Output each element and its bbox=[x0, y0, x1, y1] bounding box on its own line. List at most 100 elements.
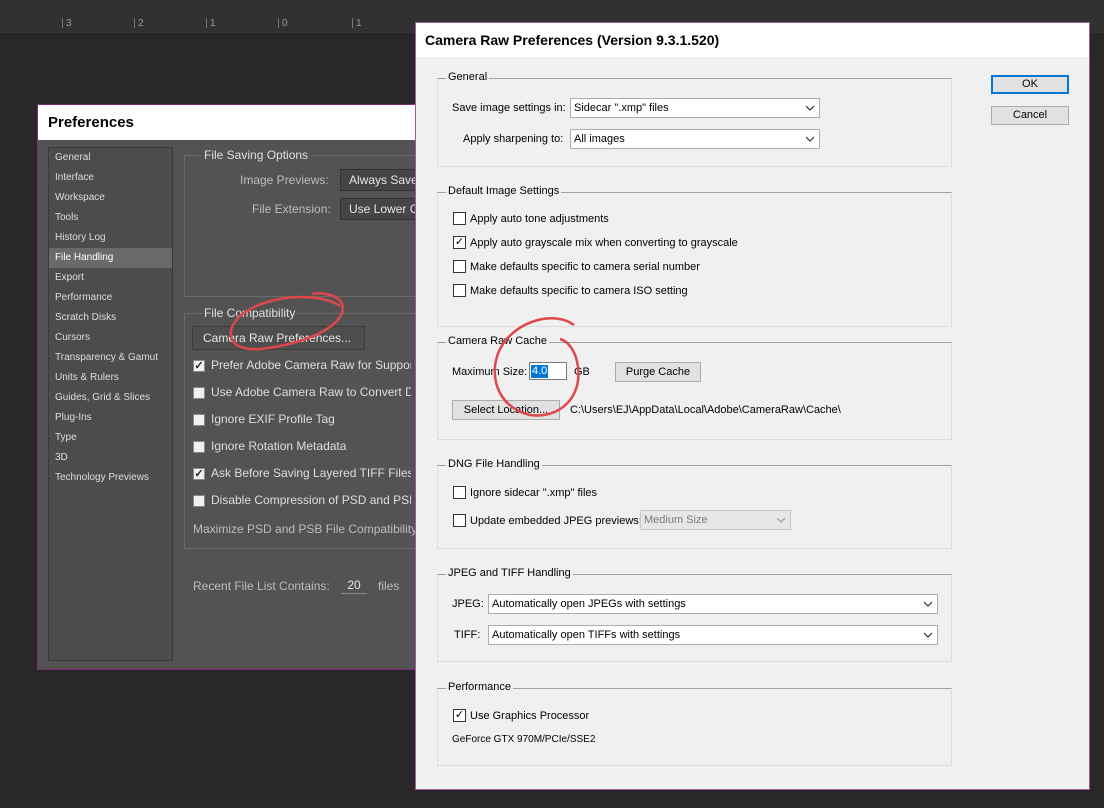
sidebar-item[interactable]: File Handling bbox=[49, 248, 172, 268]
image-previews-label: Image Previews: bbox=[240, 173, 329, 187]
sidebar-item[interactable]: Tools bbox=[49, 208, 172, 228]
option-label: Ask Before Saving Layered TIFF Files bbox=[211, 466, 411, 480]
sidebar-item[interactable]: Type bbox=[49, 428, 172, 448]
option-checkbox[interactable] bbox=[193, 414, 205, 426]
jpeg-preview-size-dropdown[interactable]: Medium Size bbox=[640, 510, 791, 530]
default-option-checkbox[interactable]: ✓ bbox=[453, 236, 466, 249]
ruler-tick bbox=[352, 18, 353, 28]
maximum-size-value: 4.0 bbox=[531, 365, 549, 378]
sidebar-item[interactable]: 3D bbox=[49, 448, 172, 468]
ruler-number: 1 bbox=[210, 18, 216, 29]
save-settings-label: Save image settings in: bbox=[452, 102, 566, 114]
file-saving-legend: File Saving Options bbox=[202, 148, 311, 162]
default-option-checkbox[interactable] bbox=[453, 212, 466, 225]
select-location-button[interactable]: Select Location... bbox=[452, 400, 560, 420]
ruler-number: 0 bbox=[282, 18, 288, 29]
jpeg-handling-dropdown[interactable]: Automatically open JPEGs with settings bbox=[488, 594, 938, 614]
camera-raw-preferences-button[interactable]: Camera Raw Preferences... bbox=[192, 326, 365, 350]
ruler-tick bbox=[134, 18, 135, 28]
jpeg-label: JPEG: bbox=[452, 598, 484, 610]
option-checkbox[interactable] bbox=[193, 495, 205, 507]
jpeg-tiff-handling-group: JPEG and TIFF Handling bbox=[437, 567, 952, 662]
tiff-handling-dropdown[interactable]: Automatically open TIFFs with settings bbox=[488, 625, 938, 645]
preferences-sidebar: General Interface Workspace Tools History Lo… bbox=[48, 147, 173, 661]
ruler-number: 3 bbox=[66, 18, 72, 29]
sidebar-item[interactable]: Workspace bbox=[49, 188, 172, 208]
ruler-number: 1 bbox=[356, 18, 362, 29]
ok-button[interactable]: OK bbox=[991, 75, 1069, 94]
dialog-title: Camera Raw Preferences (Version 9.3.1.52… bbox=[416, 23, 1089, 57]
sidebar-item[interactable]: Technology Previews bbox=[49, 468, 172, 488]
sidebar-item[interactable]: Performance bbox=[49, 288, 172, 308]
jpeg-preview-size-value: Medium Size bbox=[644, 514, 708, 526]
use-graphics-processor-checkbox[interactable]: ✓ bbox=[453, 709, 466, 722]
jpeg-handling-value: Automatically open JPEGs with settings bbox=[492, 598, 686, 610]
default-option-checkbox[interactable] bbox=[453, 284, 466, 297]
jpeg-tiff-handling-legend: JPEG and TIFF Handling bbox=[446, 567, 573, 579]
sidebar-item[interactable]: Units & Rulers bbox=[49, 368, 172, 388]
sharpening-dropdown[interactable]: All images bbox=[570, 129, 820, 149]
recent-files-input[interactable]: 20 bbox=[341, 577, 367, 594]
camera-raw-preferences-dialog: Camera Raw Preferences (Version 9.3.1.52… bbox=[415, 22, 1090, 790]
sharpening-label: Apply sharpening to: bbox=[463, 133, 564, 145]
sidebar-item[interactable]: Plug-Ins bbox=[49, 408, 172, 428]
chevron-down-icon bbox=[924, 632, 932, 638]
purge-cache-button[interactable]: Purge Cache bbox=[615, 362, 701, 382]
performance-legend: Performance bbox=[446, 681, 513, 693]
update-jpeg-previews-checkbox[interactable] bbox=[453, 514, 466, 527]
dialog-title: Preferences bbox=[38, 105, 416, 140]
update-jpeg-previews-label: Update embedded JPEG previews: bbox=[470, 515, 642, 527]
option-label: Disable Compression of PSD and PSB Files bbox=[211, 493, 411, 507]
check-mark-icon: ✓ bbox=[454, 709, 465, 721]
photoshop-preferences-dialog: Preferences General Interface Workspace Too… bbox=[37, 104, 417, 670]
maximum-size-input[interactable]: 4.0 bbox=[529, 362, 567, 380]
file-compatibility-legend: File Compatibility bbox=[202, 306, 298, 320]
ruler-tick bbox=[62, 18, 63, 28]
ruler-tick bbox=[206, 18, 207, 28]
camera-raw-cache-group: Camera Raw Cache bbox=[437, 335, 952, 440]
use-graphics-processor-label: Use Graphics Processor bbox=[470, 710, 590, 722]
chevron-down-icon bbox=[806, 136, 814, 142]
sidebar-item[interactable]: Export bbox=[49, 268, 172, 288]
sidebar-item[interactable]: Scratch Disks bbox=[49, 308, 172, 328]
maximum-size-label: Maximum Size: bbox=[452, 366, 528, 378]
save-settings-value: Sidecar ".xmp" files bbox=[574, 102, 669, 114]
option-label: Prefer Adobe Camera Raw for Supported Ra… bbox=[211, 358, 411, 372]
check-mark-icon: ✓ bbox=[194, 468, 204, 480]
ruler-tick bbox=[278, 18, 279, 28]
save-settings-dropdown[interactable]: Sidecar ".xmp" files bbox=[570, 98, 820, 118]
sidebar-item[interactable]: Interface bbox=[49, 168, 172, 188]
option-checkbox[interactable] bbox=[193, 441, 205, 453]
option-checkbox[interactable]: ✓ bbox=[193, 468, 205, 480]
option-checkbox[interactable] bbox=[193, 387, 205, 399]
option-checkbox[interactable]: ✓ bbox=[193, 360, 205, 372]
option-label: Ignore Rotation Metadata bbox=[211, 439, 347, 453]
default-option-checkbox[interactable] bbox=[453, 260, 466, 273]
cancel-button[interactable]: Cancel bbox=[991, 106, 1069, 125]
file-extension-dropdown[interactable]: Use Lower Case bbox=[340, 198, 416, 220]
dng-file-handling-legend: DNG File Handling bbox=[446, 458, 542, 470]
file-extension-label: File Extension: bbox=[252, 202, 331, 216]
tiff-label: TIFF: bbox=[454, 629, 481, 641]
default-image-settings-legend: Default Image Settings bbox=[446, 185, 562, 197]
default-option-label: Apply auto grayscale mix when converting… bbox=[470, 237, 738, 249]
sidebar-item[interactable]: General bbox=[49, 148, 172, 168]
default-option-label: Make defaults specific to camera serial … bbox=[470, 261, 700, 273]
ignore-sidecar-checkbox[interactable] bbox=[453, 486, 466, 499]
sidebar-item[interactable]: History Log bbox=[49, 228, 172, 248]
general-legend: General bbox=[446, 71, 490, 83]
sidebar-item[interactable]: Transparency & Gamut bbox=[49, 348, 172, 368]
chevron-down-icon bbox=[924, 601, 932, 607]
check-mark-icon: ✓ bbox=[454, 236, 465, 248]
option-label: Use Adobe Camera Raw to Convert Document… bbox=[211, 385, 411, 399]
tiff-handling-value: Automatically open TIFFs with settings bbox=[492, 629, 681, 641]
camera-raw-cache-legend: Camera Raw Cache bbox=[446, 335, 550, 347]
sharpening-value: All images bbox=[574, 133, 625, 145]
performance-group: Performance bbox=[437, 681, 952, 766]
default-option-label: Make defaults specific to camera ISO set… bbox=[470, 285, 688, 297]
sidebar-item[interactable]: Guides, Grid & Slices bbox=[49, 388, 172, 408]
ignore-sidecar-label: Ignore sidecar ".xmp" files bbox=[470, 487, 598, 499]
image-previews-dropdown[interactable]: Always Save bbox=[340, 169, 416, 191]
sidebar-item[interactable]: Cursors bbox=[49, 328, 172, 348]
gpu-name-text: GeForce GTX 970M/PCIe/SSE2 bbox=[452, 734, 596, 745]
